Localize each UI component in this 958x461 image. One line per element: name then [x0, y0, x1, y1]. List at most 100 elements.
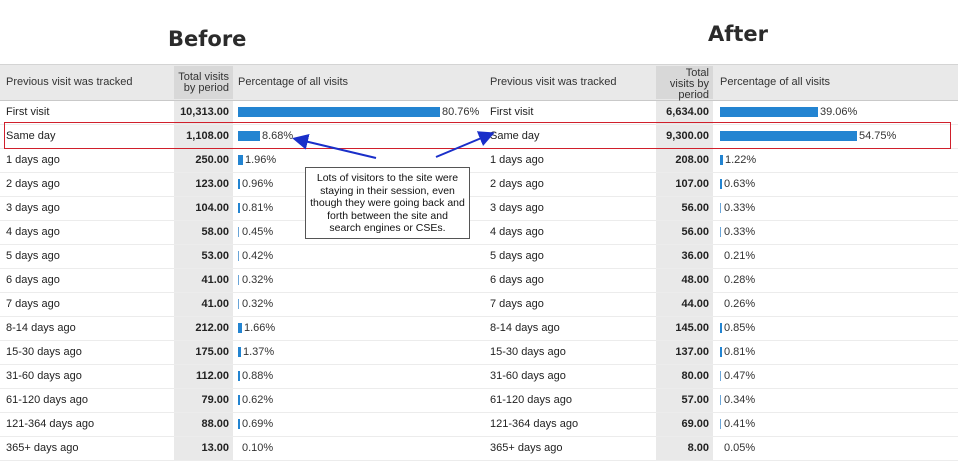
- percentage-bar: [720, 131, 857, 141]
- table-row[interactable]: 121-364 days ago 88.00 0.69%: [0, 413, 484, 437]
- table-row[interactable]: 61-120 days ago 79.00 0.62%: [0, 389, 484, 413]
- row-label: 3 days ago: [6, 202, 60, 214]
- row-total-visits: 6,634.00: [656, 101, 713, 124]
- table-row[interactable]: 31-60 days ago 112.00 0.88%: [0, 365, 484, 389]
- percentage-bar: [238, 179, 240, 189]
- table-row[interactable]: 3 days ago 56.00 0.33%: [484, 197, 958, 221]
- table-row[interactable]: 4 days ago 56.00 0.33%: [484, 221, 958, 245]
- row-total-visits: 250.00: [174, 149, 233, 172]
- row-label: 15-30 days ago: [6, 346, 82, 358]
- row-total-visits: 145.00: [656, 317, 713, 340]
- table-row[interactable]: 121-364 days ago 69.00 0.41%: [484, 413, 958, 437]
- row-label: 1 days ago: [6, 154, 60, 166]
- table-row[interactable]: 365+ days ago 8.00 0.05%: [484, 437, 958, 461]
- callout-box: Lots of visitors to the site were stayin…: [305, 167, 470, 239]
- row-label: First visit: [6, 106, 50, 118]
- table-row[interactable]: 1 days ago 208.00 1.22%: [484, 149, 958, 173]
- table-row[interactable]: 7 days ago 44.00 0.26%: [484, 293, 958, 317]
- table-row[interactable]: 8-14 days ago 212.00 1.66%: [0, 317, 484, 341]
- percentage-bar: [238, 323, 242, 333]
- row-total-visits: 41.00: [174, 269, 233, 292]
- column-header-total-visits[interactable]: Total visits by period: [174, 66, 233, 99]
- percentage-label: 1.22%: [725, 154, 757, 166]
- percentage-bar: [720, 395, 721, 405]
- percentage-label: 0.10%: [242, 442, 274, 454]
- percentage-bar: [238, 251, 239, 261]
- table-row[interactable]: 6 days ago 41.00 0.32%: [0, 269, 484, 293]
- percentage-bar: [720, 323, 722, 333]
- table-row[interactable]: 365+ days ago 13.00 0.10%: [0, 437, 484, 461]
- row-label: 121-364 days ago: [6, 418, 95, 430]
- percentage-bar: [720, 347, 722, 357]
- percentage-label: 0.28%: [724, 274, 756, 286]
- row-total-visits: 123.00: [174, 173, 233, 196]
- percentage-bar: [720, 107, 818, 117]
- table-row[interactable]: 8-14 days ago 145.00 0.85%: [484, 317, 958, 341]
- row-total-visits: 36.00: [656, 245, 713, 268]
- table-row[interactable]: 2 days ago 107.00 0.63%: [484, 173, 958, 197]
- row-total-visits: 48.00: [656, 269, 713, 292]
- table-row[interactable]: 61-120 days ago 57.00 0.34%: [484, 389, 958, 413]
- row-label: 61-120 days ago: [6, 394, 88, 406]
- row-label: 5 days ago: [490, 250, 544, 262]
- column-header-percentage[interactable]: Percentage of all visits: [720, 76, 830, 88]
- row-total-visits: 53.00: [174, 245, 233, 268]
- percentage-label: 0.45%: [242, 226, 274, 238]
- row-label: 7 days ago: [490, 298, 544, 310]
- row-label: 8-14 days ago: [6, 322, 76, 334]
- percentage-bar: [720, 371, 721, 381]
- percentage-label: 0.33%: [724, 202, 756, 214]
- percentage-label: 1.37%: [243, 346, 275, 358]
- percentage-bar: [238, 371, 240, 381]
- table-row[interactable]: 6 days ago 48.00 0.28%: [484, 269, 958, 293]
- percentage-label: 0.88%: [242, 370, 274, 382]
- row-label: 2 days ago: [490, 178, 544, 190]
- table-row[interactable]: Same day 1,108.00 8.68%: [0, 125, 484, 149]
- table-header: Previous visit was tracked Total visits by…: [484, 64, 958, 101]
- table-row[interactable]: 5 days ago 36.00 0.21%: [484, 245, 958, 269]
- row-total-visits: 69.00: [656, 413, 713, 436]
- row-label: 31-60 days ago: [490, 370, 566, 382]
- row-label: 61-120 days ago: [490, 394, 572, 406]
- row-label: Same day: [6, 130, 56, 142]
- row-total-visits: 175.00: [174, 341, 233, 364]
- percentage-label: 0.32%: [242, 298, 274, 310]
- percentage-bar: [720, 419, 721, 429]
- percentage-label: 8.68%: [262, 130, 294, 142]
- percentage-label: 1.66%: [244, 322, 276, 334]
- column-header-previous-visit[interactable]: Previous visit was tracked: [6, 76, 133, 88]
- row-label: 121-364 days ago: [490, 418, 579, 430]
- percentage-label: 80.76%: [442, 106, 480, 118]
- table-row[interactable]: 7 days ago 41.00 0.32%: [0, 293, 484, 317]
- column-header-percentage[interactable]: Percentage of all visits: [238, 76, 348, 88]
- percentage-label: 0.05%: [724, 442, 756, 454]
- row-total-visits: 212.00: [174, 317, 233, 340]
- column-header-previous-visit[interactable]: Previous visit was tracked: [490, 76, 617, 88]
- percentage-bar: [238, 347, 241, 357]
- table-row[interactable]: First visit 10,313.00 80.76%: [0, 101, 484, 125]
- percentage-label: 0.34%: [724, 394, 756, 406]
- percentage-bar: [238, 131, 260, 141]
- table-row[interactable]: Same day 9,300.00 54.75%: [484, 125, 958, 149]
- row-label: 8-14 days ago: [490, 322, 560, 334]
- percentage-bar: [238, 203, 240, 213]
- column-header-total-visits[interactable]: Total visits by period: [656, 66, 713, 101]
- row-total-visits: 56.00: [656, 221, 713, 244]
- table-row[interactable]: 5 days ago 53.00 0.42%: [0, 245, 484, 269]
- table-row[interactable]: 31-60 days ago 80.00 0.47%: [484, 365, 958, 389]
- percentage-label: 0.26%: [724, 298, 756, 310]
- row-total-visits: 57.00: [656, 389, 713, 412]
- row-label: 15-30 days ago: [490, 346, 566, 358]
- percentage-label: 0.41%: [724, 418, 756, 430]
- percentage-label: 0.33%: [724, 226, 756, 238]
- percentage-label: 0.21%: [724, 250, 756, 262]
- row-label: 3 days ago: [490, 202, 544, 214]
- percentage-label: 0.81%: [724, 346, 756, 358]
- percentage-bar: [720, 227, 721, 237]
- after-table: Previous visit was tracked Total visits by…: [484, 64, 958, 461]
- table-row[interactable]: 15-30 days ago 175.00 1.37%: [0, 341, 484, 365]
- row-label: 4 days ago: [6, 226, 60, 238]
- table-row[interactable]: First visit 6,634.00 39.06%: [484, 101, 958, 125]
- row-total-visits: 137.00: [656, 341, 713, 364]
- table-row[interactable]: 15-30 days ago 137.00 0.81%: [484, 341, 958, 365]
